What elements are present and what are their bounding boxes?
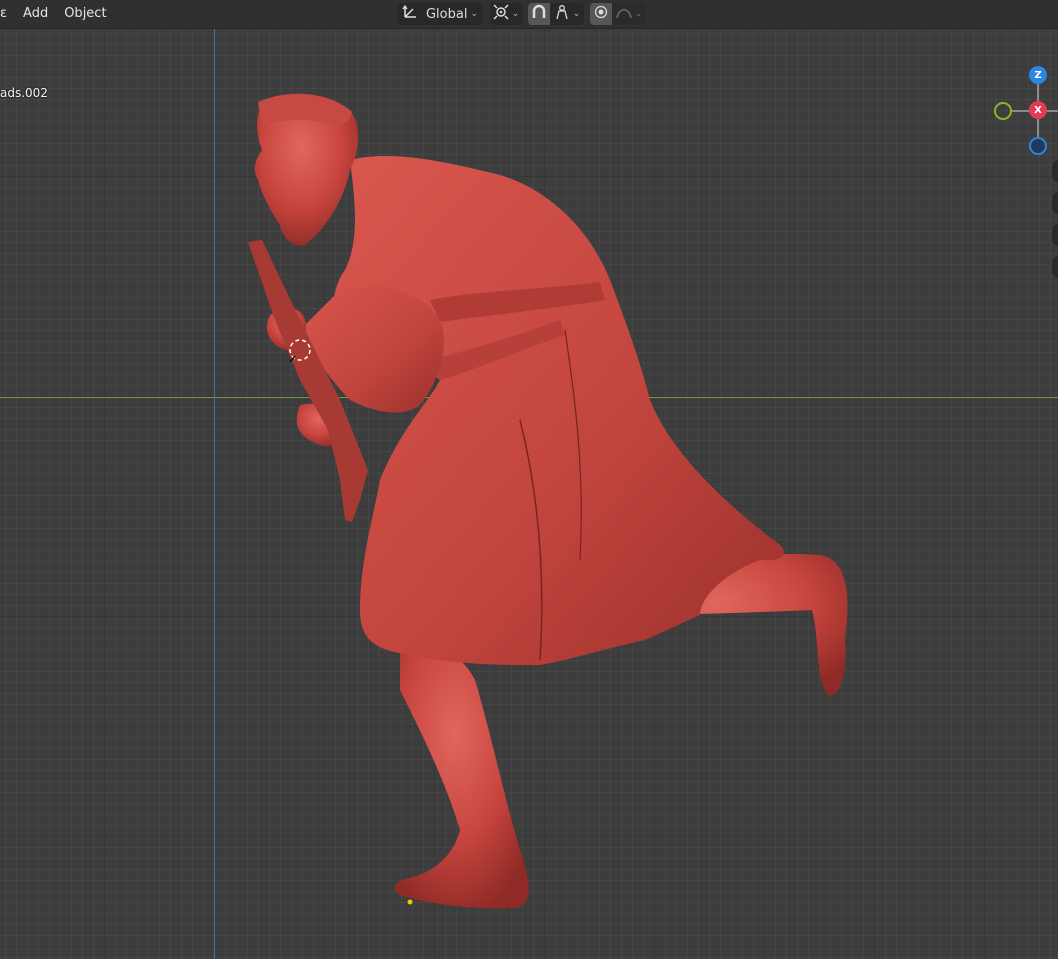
snap-target-dropdown[interactable]: ⌄ <box>550 3 584 25</box>
snap-toggle[interactable] <box>528 3 550 25</box>
chevron-down-icon: ⌄ <box>511 9 520 19</box>
chevron-down-icon: ⌄ <box>634 9 643 19</box>
proportional-editing-group: ⌄ <box>590 3 646 25</box>
transform-orientation-group: Global ⌄ <box>398 3 482 25</box>
object-name-label: ads.002 <box>0 86 48 100</box>
falloff-curve-icon <box>616 5 632 23</box>
proportional-editing-toggle[interactable] <box>590 3 612 25</box>
orientation-label: Global <box>425 6 468 22</box>
sculpture <box>248 93 848 909</box>
menu-object[interactable]: Object <box>56 0 114 28</box>
snap-target-icon <box>554 4 570 24</box>
menu-select[interactable]: ɛ <box>0 0 15 28</box>
pivot-point-dropdown[interactable]: ⌄ <box>490 3 522 25</box>
sculpt-model[interactable] <box>0 0 1058 959</box>
chevron-down-icon: ⌄ <box>572 9 581 19</box>
transform-orientation-dropdown[interactable]: Global ⌄ <box>398 3 482 25</box>
gizmo-z-neg-axis[interactable] <box>1029 137 1047 155</box>
pivot-point-icon <box>493 4 509 24</box>
viewport-header: ɛ Add Object Global ⌄ ⌄ ⌄ ⌄ <box>0 0 1058 29</box>
pivot-group: ⌄ <box>490 3 522 25</box>
gizmo-z-axis[interactable]: Z <box>1029 66 1047 84</box>
3d-viewport[interactable]: ads.002 Z X <box>0 0 1058 959</box>
menu-add[interactable]: Add <box>15 0 56 28</box>
origin-dot <box>407 899 413 905</box>
proportional-editing-icon <box>594 5 608 23</box>
pan-button[interactable] <box>1052 192 1058 214</box>
chevron-down-icon: ⌄ <box>470 9 479 19</box>
camera-view-button[interactable] <box>1052 224 1058 246</box>
gizmo-y-neg-axis[interactable] <box>994 102 1012 120</box>
gizmo-x-axis[interactable]: X <box>1029 101 1047 119</box>
snapping-group: ⌄ <box>528 3 584 25</box>
falloff-dropdown[interactable]: ⌄ <box>612 3 646 25</box>
zoom-button[interactable] <box>1052 160 1058 182</box>
perspective-toggle-button[interactable] <box>1052 256 1058 278</box>
transform-axes-icon <box>402 4 420 24</box>
snap-magnet-icon <box>531 4 547 24</box>
